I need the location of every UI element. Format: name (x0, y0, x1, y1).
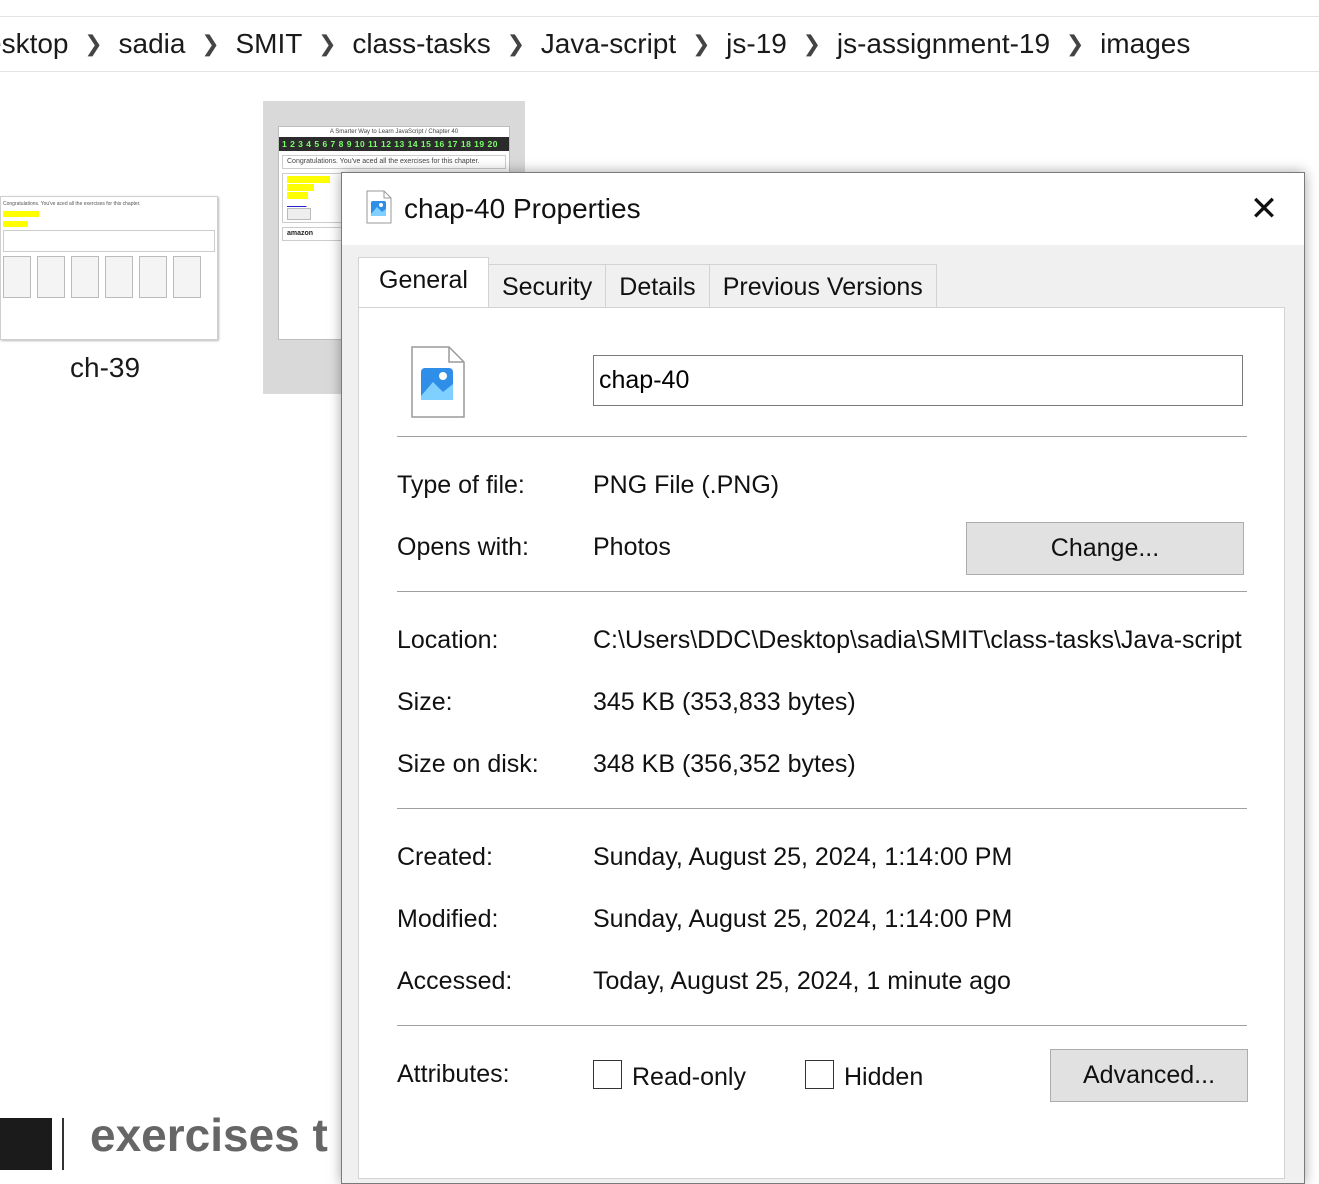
thumbnail-books (3, 256, 215, 298)
tab-previous-versions[interactable]: Previous Versions (708, 264, 937, 307)
location-value[interactable]: C:\Users\DDC\Desktop\sadia\SMIT\class-ta… (593, 626, 1248, 655)
size-label: Size: (397, 688, 453, 716)
thumbnail-header: A Smarter Way to Learn JavaScript / Chap… (329, 129, 459, 135)
location-label: Location: (397, 626, 499, 654)
breadcrumb: esktop ❯ sadia ❯ SMIT ❯ class-tasks ❯ Ja… (0, 17, 1319, 72)
breadcrumb-item-sadia[interactable]: sadia (119, 28, 186, 60)
chevron-right-icon[interactable]: ❯ (676, 31, 726, 57)
image-file-icon (411, 346, 465, 418)
background-page-text: exercises t (90, 1109, 328, 1161)
close-button[interactable]: ✕ (1234, 187, 1294, 231)
file-thumbnail-ch-39[interactable]: Congratulations. You've aced all the exe… (0, 196, 218, 340)
thumbnail-chapter-numbers: 1 2 3 4 5 6 7 8 9 10 11 12 13 14 15 16 1… (279, 137, 509, 151)
general-tab-panel: Type of file: PNG File (.PNG) Opens with… (358, 307, 1285, 1179)
tab-general[interactable]: General (358, 257, 489, 307)
breadcrumb-item-js-assignment-19[interactable]: js-assignment-19 (837, 28, 1050, 60)
thumbnail-card: Congratulations. You've aced all the exe… (282, 155, 506, 169)
advanced-button[interactable]: Advanced... (1050, 1049, 1248, 1102)
tab-security[interactable]: Security (487, 264, 607, 307)
tab-bar: General Security Details Previous Versio… (358, 257, 937, 307)
divider (397, 436, 1247, 437)
hidden-checkbox[interactable] (805, 1060, 834, 1089)
chevron-right-icon[interactable]: ❯ (302, 31, 352, 57)
dialog-titlebar[interactable]: chap-40 Properties ✕ (342, 173, 1304, 245)
change-button[interactable]: Change... (966, 522, 1244, 575)
modified-label: Modified: (397, 905, 499, 933)
file-name-input[interactable] (593, 355, 1243, 406)
thumbnail-highlight (3, 221, 215, 227)
accessed-value: Today, August 25, 2024, 1 minute ago (593, 967, 1011, 995)
properties-dialog: chap-40 Properties ✕ General Security De… (341, 172, 1305, 1184)
divider (62, 1118, 64, 1170)
tab-details[interactable]: Details (605, 264, 710, 307)
close-icon: ✕ (1249, 190, 1279, 228)
size-on-disk-value: 348 KB (356,352 bytes) (593, 750, 856, 778)
breadcrumb-item-java-script[interactable]: Java-script (541, 28, 676, 60)
chevron-right-icon[interactable]: ❯ (185, 31, 235, 57)
image-file-icon (366, 190, 392, 224)
breadcrumb-item-smit[interactable]: SMIT (235, 28, 302, 60)
thumbnail-highlight (3, 211, 215, 217)
breadcrumb-item-desktop[interactable]: esktop (0, 28, 69, 60)
hidden-label[interactable]: Hidden (844, 1063, 923, 1092)
divider (397, 1025, 1247, 1026)
divider (397, 808, 1247, 809)
read-only-label[interactable]: Read-only (632, 1063, 746, 1092)
thumbnail-box (3, 230, 215, 252)
created-label: Created: (397, 843, 493, 871)
breadcrumb-item-js-19[interactable]: js-19 (726, 28, 787, 60)
divider (397, 591, 1247, 592)
size-value: 345 KB (353,833 bytes) (593, 688, 856, 716)
chevron-right-icon[interactable]: ❯ (1050, 31, 1100, 57)
type-label: Type of file: (397, 471, 525, 499)
size-on-disk-label: Size on disk: (397, 750, 539, 778)
read-only-checkbox[interactable] (593, 1060, 622, 1089)
attributes-label: Attributes: (397, 1060, 510, 1088)
chevron-right-icon[interactable]: ❯ (69, 31, 119, 57)
window-top-edge (0, 0, 1319, 17)
opens-with-label: Opens with: (397, 533, 530, 561)
chevron-right-icon[interactable]: ❯ (787, 31, 837, 57)
thumbnail-amazon: amazon (287, 230, 314, 237)
breadcrumb-item-class-tasks[interactable]: class-tasks (352, 28, 490, 60)
dialog-title: chap-40 Properties (404, 193, 641, 224)
created-value: Sunday, August 25, 2024, 1:14:00 PM (593, 843, 1013, 871)
accessed-label: Accessed: (397, 967, 513, 995)
file-label-ch-39[interactable]: ch-39 (70, 352, 140, 384)
thumbnail-text: Congratulations. You've aced all the exe… (287, 158, 480, 165)
modified-value: Sunday, August 25, 2024, 1:14:00 PM (593, 905, 1013, 933)
taskbar-edge (0, 1118, 52, 1170)
opens-with-value: Photos (593, 533, 671, 561)
breadcrumb-item-images[interactable]: images (1100, 28, 1190, 60)
thumbnail-text: Congratulations. You've aced all the exe… (3, 201, 141, 207)
type-value: PNG File (.PNG) (593, 471, 780, 499)
chevron-right-icon[interactable]: ❯ (491, 31, 541, 57)
